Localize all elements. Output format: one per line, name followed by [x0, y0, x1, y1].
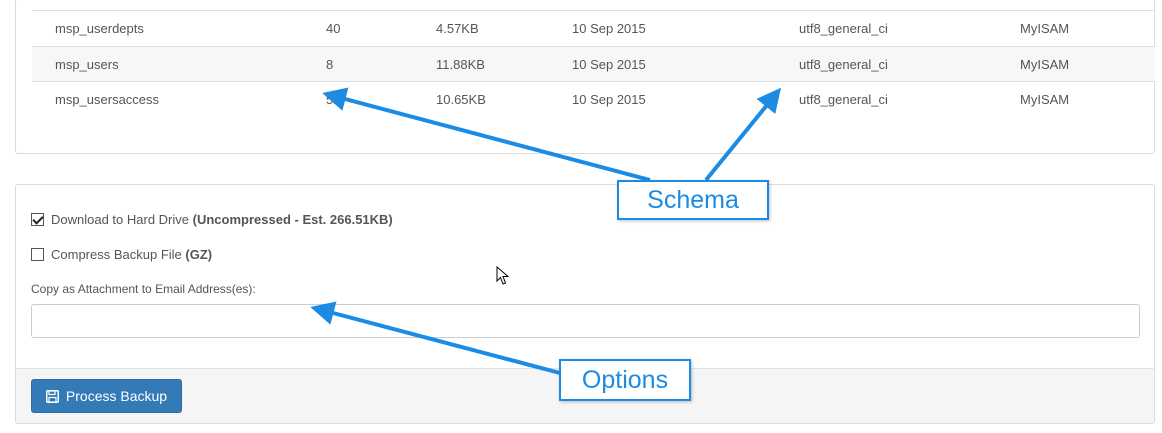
- download-option[interactable]: Download to Hard Drive (Uncompressed - E…: [31, 212, 393, 227]
- table-date: 10 Sep 2015: [572, 57, 646, 72]
- row-count: 52: [326, 92, 341, 107]
- table-engine: MyISAM: [1020, 57, 1070, 72]
- options-callout: Options: [559, 359, 691, 401]
- row-count: 8: [326, 57, 334, 72]
- row-count: 40: [326, 21, 341, 36]
- compress-checkbox[interactable]: [31, 248, 44, 261]
- table-engine: MyISAM: [1020, 21, 1070, 36]
- mouse-cursor-icon: [496, 266, 510, 285]
- table-date: 10 Sep 2015: [572, 21, 646, 36]
- table-collation: utf8_general_ci: [799, 21, 888, 36]
- table-size: 10.65KB: [436, 92, 486, 107]
- table-row: msp_users 8 11.88KB 10 Sep 2015 utf8_gen…: [32, 46, 1155, 81]
- table-name: msp_userdepts: [55, 21, 144, 36]
- download-label: Download to Hard Drive (Uncompressed - E…: [51, 212, 393, 227]
- schema-panel: msp_userdepts 40 4.57KB 10 Sep 2015 utf8…: [15, 0, 1155, 154]
- save-icon: [45, 389, 59, 403]
- table-name: msp_users: [55, 57, 119, 72]
- table-name: msp_usersaccess: [55, 92, 160, 107]
- compress-option[interactable]: Compress Backup File (GZ): [31, 247, 212, 262]
- table-size: 4.57KB: [436, 21, 479, 36]
- table-engine: MyISAM: [1020, 92, 1070, 107]
- table-size: 11.88KB: [436, 57, 485, 72]
- compress-label: Compress Backup File (GZ): [51, 247, 213, 262]
- process-backup-button[interactable]: Process Backup: [31, 379, 182, 413]
- table-row: msp_userdepts 40 4.57KB 10 Sep 2015 utf8…: [32, 10, 1155, 46]
- email-label: Copy as Attachment to Email Address(es):: [31, 282, 256, 296]
- download-checkbox[interactable]: [31, 213, 44, 226]
- table-collation: utf8_general_ci: [799, 57, 888, 72]
- process-backup-label: Process Backup: [65, 388, 168, 404]
- schema-callout: Schema: [617, 180, 769, 220]
- email-input[interactable]: [31, 304, 1140, 338]
- table-date: 10 Sep 2015: [572, 92, 646, 107]
- table-collation: utf8_general_ci: [799, 92, 888, 107]
- schema-table: msp_userdepts 40 4.57KB 10 Sep 2015 utf8…: [32, 0, 1155, 107]
- table-row: msp_usersaccess 52 10.65KB 10 Sep 2015 u…: [32, 81, 1155, 116]
